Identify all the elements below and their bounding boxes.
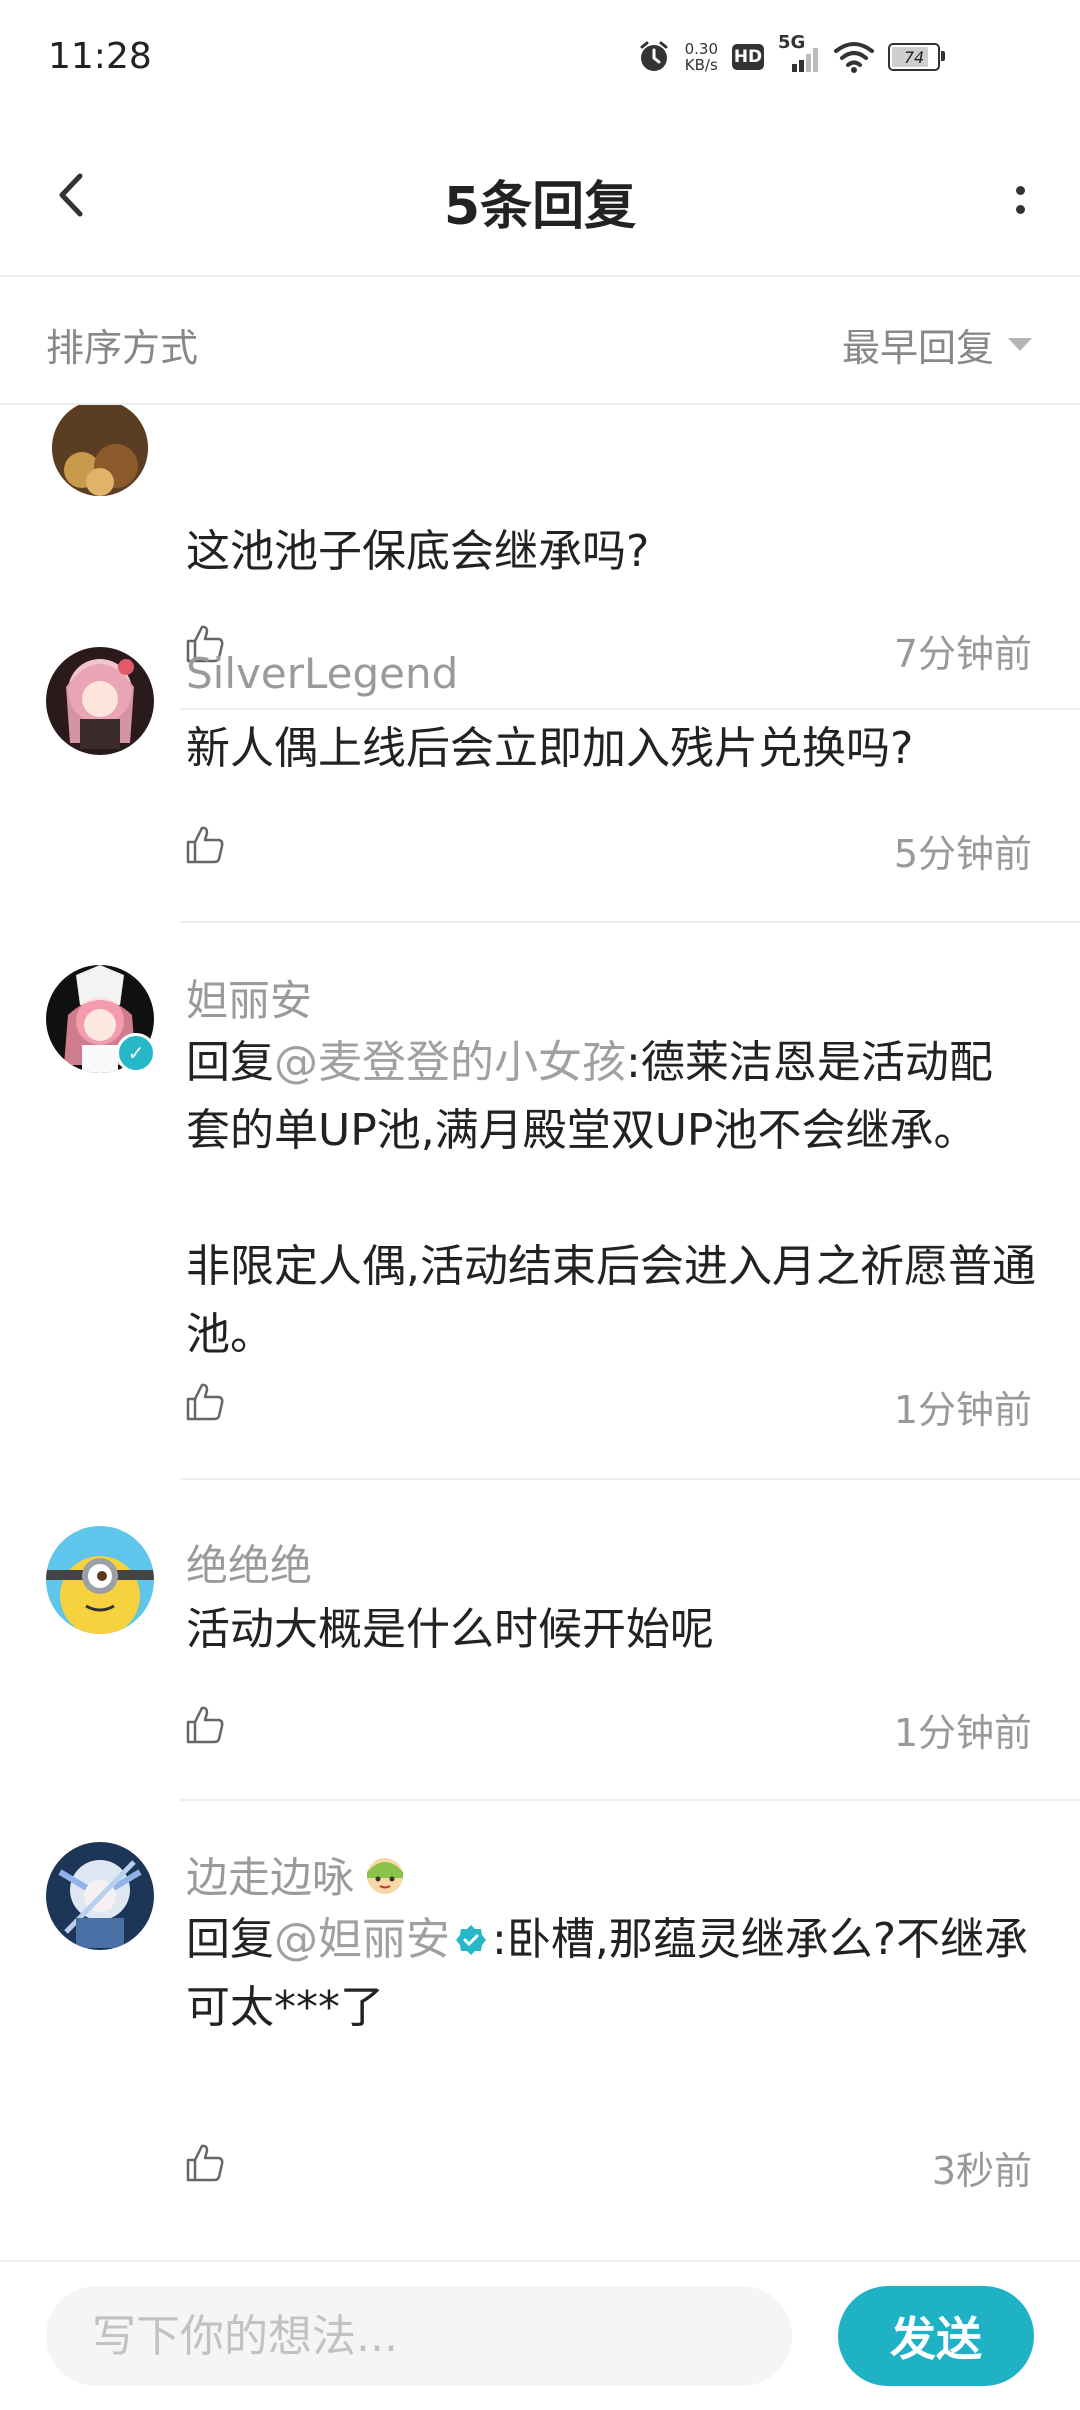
sort-dropdown[interactable]: 最早回复 [842, 317, 1032, 372]
more-options-button[interactable] [990, 165, 1050, 235]
reply-time: 1分钟前 [893, 1711, 1032, 1755]
sort-bar: 排序方式 最早回复 [0, 277, 1080, 405]
reply-item: SilverLegend 新人偶上线后会立即加入残片兑换吗? 5分钟前 [0, 605, 1080, 923]
reply-item: 这池池子保底会继承吗? 7分钟前 [0, 405, 1080, 710]
reply-text: 新人偶上线后会立即加入残片兑换吗? [186, 723, 914, 774]
reply-time: 3秒前 [931, 2149, 1032, 2193]
reply-time: 5分钟前 [893, 832, 1032, 876]
reply-text: 回复@妲丽安:卧槽,那蕴灵继承么?不继承可太***了 [186, 1906, 1036, 2042]
battery-icon: 74 [888, 43, 945, 71]
caret-down-icon [1008, 338, 1032, 351]
thumbs-up-icon [186, 826, 224, 864]
wifi-icon [834, 42, 874, 73]
verified-badge-icon: ✓ [116, 1033, 156, 1073]
username[interactable]: 妲丽安 [186, 967, 312, 1028]
reply-text: 回复@麦登登的小女孩:德莱洁恩是活动配套的单UP池,满月殿堂双UP池不会继承。 … [186, 1029, 1036, 1369]
username-text: 边走边咏 [186, 1853, 355, 1902]
reply-prefix: 回复 [186, 1037, 274, 1088]
avatar[interactable] [46, 647, 154, 755]
reply-text: 这池池子保底会继承吗? [186, 526, 650, 577]
like-button[interactable] [184, 824, 226, 866]
more-dot-icon [1015, 205, 1025, 214]
header: 5条回复 [0, 120, 1080, 277]
thumbs-up-icon [186, 1706, 224, 1744]
like-button[interactable] [184, 2142, 226, 2184]
verified-badge-icon [454, 1909, 488, 1955]
reply-item: 边走边咏 回复@妲丽安:卧槽,那蕴灵继承么?不继承可太***了 3秒前 [0, 1800, 1080, 2260]
page-title: 5条回复 [443, 177, 637, 237]
avatar[interactable] [46, 1842, 154, 1950]
sort-label: 排序方式 [46, 326, 199, 370]
comment-input[interactable] [46, 2286, 792, 2386]
reply-time: 1分钟前 [893, 1388, 1032, 1432]
username[interactable]: SilverLegend [186, 649, 458, 698]
more-dot-icon [1015, 186, 1025, 195]
alarm-icon [640, 41, 668, 71]
avatar[interactable] [46, 1526, 154, 1634]
status-time: 11:28 [48, 36, 152, 77]
username[interactable]: 边走边咏 [186, 1844, 408, 1905]
reply-paragraph: 回复@麦登登的小女孩:德莱洁恩是活动配套的单UP池,满月殿堂双UP池不会继承。 [186, 1029, 1036, 1165]
mention-link[interactable]: @妲丽安 [274, 1914, 450, 1965]
avatar-emoji-icon [367, 1857, 404, 1894]
mention-link[interactable]: @麦登登的小女孩 [274, 1037, 626, 1088]
reply-list[interactable]: 这池池子保底会继承吗? 7分钟前 SilverLegend 新人偶上线后会立即加… [0, 405, 1080, 2260]
cellular-signal-icon: 5G [778, 32, 820, 74]
status-icons: 0.30 KB/s HD 5G 74 [637, 32, 945, 74]
like-button[interactable] [184, 1381, 226, 1423]
comment-bar: 发送 [0, 2260, 1080, 2410]
thumbs-up-icon [186, 1383, 224, 1421]
username[interactable]: 绝绝绝 [186, 1532, 312, 1593]
reply-prefix: 回复 [186, 1914, 274, 1965]
hd-icon: HD [732, 44, 764, 70]
reply-item: 绝绝绝 活动大概是什么时候开始呢 1分钟前 [0, 1480, 1080, 1801]
avatar[interactable]: ✓ [46, 965, 156, 1073]
like-button[interactable] [184, 1704, 226, 1746]
network-speed: 0.30 KB/s [684, 40, 718, 74]
reply-text: 活动大概是什么时候开始呢 [186, 1604, 714, 1655]
reply-paragraph: 非限定人偶,活动结束后会进入月之祈愿普通池。 [186, 1241, 1036, 1360]
thumbs-up-icon [186, 2144, 224, 2182]
status-bar: 11:28 0.30 KB/s HD 5G 74 [0, 0, 1080, 120]
avatar[interactable] [52, 405, 148, 496]
send-button[interactable]: 发送 [838, 2286, 1034, 2386]
sort-value: 最早回复 [841, 326, 994, 370]
